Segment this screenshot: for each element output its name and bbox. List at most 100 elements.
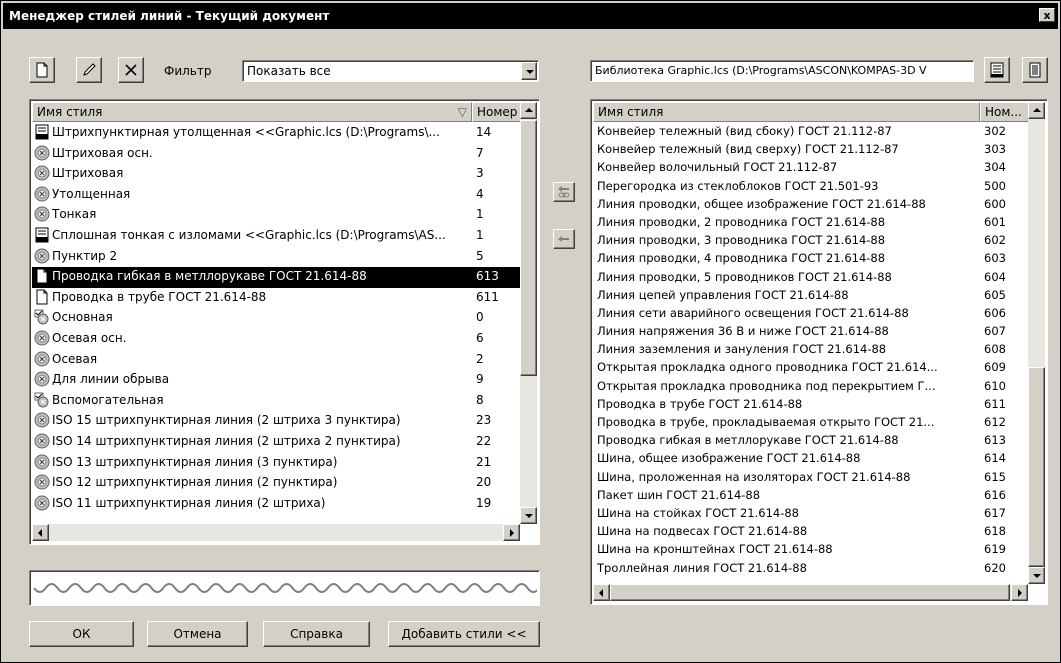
library-column-header-number[interactable]: Ном... xyxy=(980,102,1029,122)
library-list-item[interactable]: Линия напряжения 36 В и ниже ГОСТ 21.614… xyxy=(593,323,1029,341)
list-item-number: 3 xyxy=(476,166,484,181)
library-scroll-up-button[interactable] xyxy=(1028,102,1045,119)
library-list-item[interactable]: Перегородка из стеклоблоков ГОСТ 21.501-… xyxy=(593,178,1029,196)
list-item[interactable]: Штрихпунктирная утолщенная <<Graphic.lcs… xyxy=(32,123,521,144)
library-scroll-left-button[interactable] xyxy=(593,584,610,601)
library-list-item-number: 612 xyxy=(984,415,1006,429)
library-list-item[interactable]: Линия проводки, 3 проводника ГОСТ 21.614… xyxy=(593,232,1029,250)
library-scroll-down-button[interactable] xyxy=(1028,567,1045,584)
library-column-header-name[interactable]: Имя стиля xyxy=(593,102,980,122)
list-item-number: 6 xyxy=(476,330,484,345)
library-vertical-scrollbar[interactable] xyxy=(1028,102,1045,584)
list-item[interactable]: ISO 14 штрихпунктирная линия (2 штриха 2… xyxy=(32,432,521,453)
list-item-name: Осевая осн. xyxy=(52,330,127,345)
library-list-item[interactable]: Пакет шин ГОСТ 21.614-88 616 xyxy=(593,487,1029,505)
library-list-item[interactable]: Линия цепей управления ГОСТ 21.614-88 605 xyxy=(593,287,1029,305)
library-scroll-right-button[interactable] xyxy=(1011,584,1028,601)
library-list-item[interactable]: Линия сети аварийного освещения ГОСТ 21.… xyxy=(593,305,1029,323)
list-item-name: Штриховая xyxy=(52,166,124,181)
library-list-item[interactable]: Шина, общее изображение ГОСТ 21.614-88 61… xyxy=(593,450,1029,468)
library-list-item[interactable]: Проводка гибкая в метллорукаве ГОСТ 21.6… xyxy=(593,432,1029,450)
scroll-left-button[interactable] xyxy=(32,524,49,541)
copy-button[interactable] xyxy=(553,229,575,249)
delete-style-button[interactable] xyxy=(118,57,144,83)
library-list-item[interactable]: Проводка в трубе, прокладываемая открыто… xyxy=(593,414,1029,432)
library-hscroll-thumb[interactable] xyxy=(610,584,1010,601)
list-item[interactable]: Для линии обрыва 9 xyxy=(32,370,521,391)
list-item[interactable]: ISO 11 штрихпунктирная линия (2 штриха) 1… xyxy=(32,494,521,515)
list-item[interactable]: Штриховая 3 xyxy=(32,164,521,185)
list-item[interactable]: Проводка гибкая в метллорукаве ГОСТ 21.6… xyxy=(32,267,521,288)
delete-x-icon xyxy=(125,64,137,76)
library-list-item[interactable]: Шина на кронштейнах ГОСТ 21.614-88 619 xyxy=(593,541,1029,559)
library-list-item[interactable]: Конвейер волочильный ГОСТ 21.112-87 304 xyxy=(593,159,1029,177)
library-doc-button[interactable] xyxy=(1022,57,1048,83)
add-styles-button[interactable]: Добавить стили << xyxy=(388,621,540,647)
library-list-item[interactable]: Линия проводки, общее изображение ГОСТ 2… xyxy=(593,196,1029,214)
close-icon[interactable]: x xyxy=(1039,8,1055,22)
library-list-item[interactable]: Шина на подвесах ГОСТ 21.614-88 618 xyxy=(593,523,1029,541)
list-item[interactable]: Сплошная тонкая с изломами <<Graphic.lcs… xyxy=(32,226,521,247)
library-list-item[interactable]: Открытая прокладка одного проводника ГОС… xyxy=(593,359,1029,377)
column-header-number[interactable]: Номер xyxy=(472,102,521,122)
library-scroll-thumb[interactable] xyxy=(1028,367,1045,567)
library-list-item[interactable]: Линия проводки, 2 проводника ГОСТ 21.614… xyxy=(593,214,1029,232)
library-list-item-number: 617 xyxy=(984,505,1006,520)
library-list-item[interactable]: Линия заземления и зануления ГОСТ 21.614… xyxy=(593,341,1029,359)
library-style-icon xyxy=(35,227,49,243)
list-item[interactable]: Вспомогательная 8 xyxy=(32,391,521,412)
edit-style-button[interactable] xyxy=(76,57,102,83)
list-item[interactable]: Тонкая 1 xyxy=(32,205,521,226)
list-item[interactable]: Осевая осн. 6 xyxy=(32,329,521,350)
library-styles-list[interactable]: Имя стиля Ном... Конвейер тележный (вид … xyxy=(590,99,1048,605)
checked-style-icon xyxy=(34,309,49,325)
scroll-right-button[interactable] xyxy=(503,524,520,541)
new-style-button[interactable] xyxy=(29,57,55,83)
library-list-item-name: Открытая прокладка одного проводника ГОС… xyxy=(597,360,938,375)
new-document-icon xyxy=(36,62,48,78)
library-list-header: Имя стиля Ном... xyxy=(593,102,1029,122)
library-list-item[interactable]: Проводка в трубе ГОСТ 21.614-88 611 xyxy=(593,396,1029,414)
scroll-up-button[interactable] xyxy=(520,102,537,119)
help-button[interactable]: Справка xyxy=(263,621,370,647)
cancel-button[interactable]: Отмена xyxy=(147,621,248,647)
list-item[interactable]: Проводка в трубе ГОСТ 21.614-88 611 xyxy=(32,288,521,309)
list-item[interactable]: ISO 13 штрихпунктирная линия (3 пунктира… xyxy=(32,453,521,474)
library-list-item[interactable]: Конвейер тележный (вид сбоку) ГОСТ 21.11… xyxy=(593,123,1029,141)
library-list-item[interactable]: Линия проводки, 4 проводника ГОСТ 21.614… xyxy=(593,250,1029,268)
list-item[interactable]: Штриховая осн. 7 xyxy=(32,144,521,165)
vertical-scrollbar[interactable] xyxy=(520,102,537,524)
filter-select[interactable]: Показать все xyxy=(242,60,539,82)
library-list-item[interactable]: Троллейная линия ГОСТ 21.614-88 620 xyxy=(593,560,1029,578)
copy-with-link-button[interactable] xyxy=(553,182,575,202)
horizontal-scrollbar[interactable] xyxy=(32,524,520,541)
library-list-item[interactable]: Открытая прокладка проводника под перекр… xyxy=(593,378,1029,396)
library-list-item[interactable]: Линия проводки, 5 проводников ГОСТ 21.61… xyxy=(593,269,1029,287)
scroll-down-button[interactable] xyxy=(520,507,537,524)
library-path-field[interactable]: Библиотека Graphic.lcs (D:\Programs\ASCO… xyxy=(590,60,974,82)
system-style-icon xyxy=(34,495,50,511)
list-item-name: ISO 14 штрихпунктирная линия (2 штриха 2… xyxy=(52,433,401,448)
list-item[interactable]: Осевая 2 xyxy=(32,350,521,371)
library-list-item-name: Проводка гибкая в метллорукаве ГОСТ 21.6… xyxy=(597,433,899,448)
scroll-thumb[interactable] xyxy=(520,120,537,376)
list-item[interactable]: ISO 15 штрихпунктирная линия (2 штриха 3… xyxy=(32,411,521,432)
ok-button[interactable]: ОК xyxy=(29,621,134,647)
list-item[interactable]: Пунктир 2 5 xyxy=(32,247,521,268)
document-styles-list[interactable]: Имя стиля ▽ Номер Штрихпунктирная утолще… xyxy=(29,99,540,545)
library-list-item[interactable]: Конвейер тележный (вид сверху) ГОСТ 21.1… xyxy=(593,141,1029,159)
library-list-item-number: 609 xyxy=(984,360,1006,375)
list-item[interactable]: ISO 12 штрихпунктирная линия (2 пунктира… xyxy=(32,473,521,494)
system-style-icon xyxy=(34,433,50,449)
chevron-down-icon[interactable] xyxy=(521,62,537,80)
list-item[interactable]: Основная 0 xyxy=(32,308,521,329)
copy-left-icon xyxy=(558,236,569,242)
list-item[interactable]: Утолщенная 4 xyxy=(32,185,521,206)
library-view-button[interactable] xyxy=(984,57,1010,83)
library-list-item[interactable]: Шина на стойках ГОСТ 21.614-88 617 xyxy=(593,505,1029,523)
library-horizontal-scrollbar[interactable] xyxy=(593,584,1028,601)
list-item-name: ISO 15 штрихпунктирная линия (2 штриха 3… xyxy=(52,413,401,428)
column-header-name[interactable]: Имя стиля ▽ xyxy=(32,102,472,122)
line-style-preview xyxy=(29,570,540,606)
library-list-item[interactable]: Шина, проложенная на изоляторах ГОСТ 21.… xyxy=(593,469,1029,487)
